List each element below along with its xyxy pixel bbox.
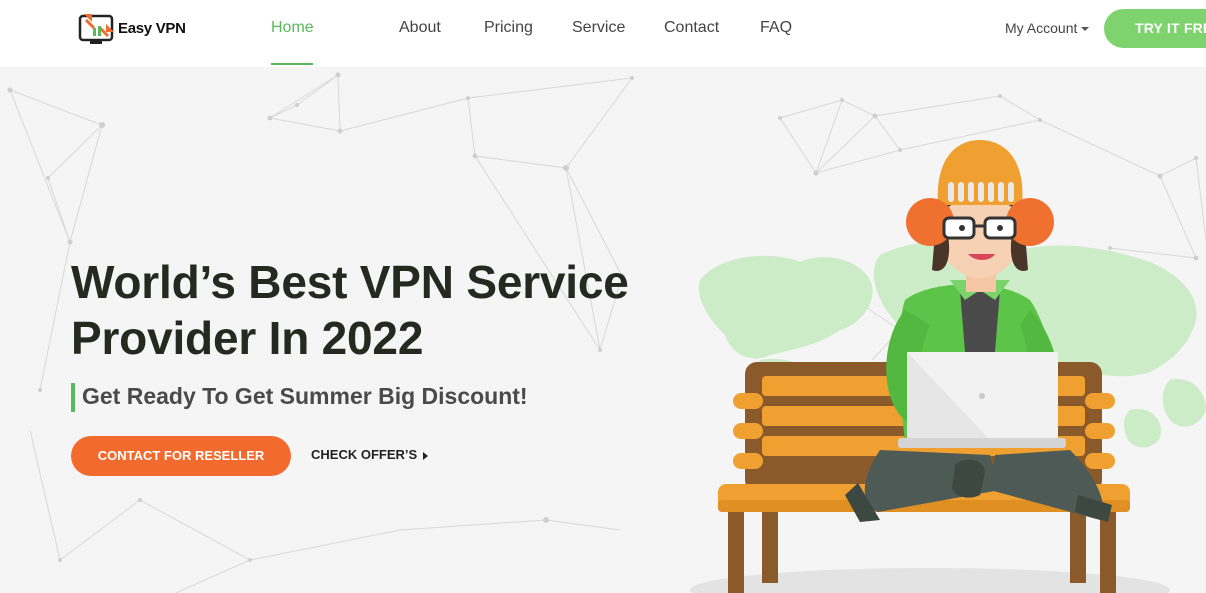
hero-title: World’s Best VPN Service Provider In 202…	[71, 254, 671, 366]
my-account-label: My Account	[1005, 20, 1078, 36]
nav-active-indicator	[271, 63, 313, 65]
chevron-down-icon	[1081, 27, 1090, 32]
check-offers-link[interactable]: CHECK OFFER’S	[311, 447, 429, 462]
brand-logo[interactable]: Easy VPN	[78, 10, 198, 48]
check-offers-label: CHECK OFFER’S	[311, 447, 418, 462]
hero-illustration	[690, 140, 1206, 593]
navbar: Easy VPN Home About Pricing Service Cont…	[0, 0, 1206, 67]
try-it-free-button[interactable]: TRY IT FREE	[1104, 9, 1206, 48]
contact-for-reseller-button[interactable]: CONTACT FOR RESELLER	[71, 436, 291, 476]
hero-subtitle: Get Ready To Get Summer Big Discount!	[82, 383, 528, 409]
brand-name: Easy VPN	[118, 20, 186, 37]
nav-service[interactable]: Service	[572, 19, 625, 37]
nav-contact[interactable]: Contact	[664, 19, 719, 37]
nav-pricing[interactable]: Pricing	[484, 19, 533, 37]
nav-about[interactable]: About	[399, 19, 441, 37]
subtitle-accent-bar	[71, 383, 75, 412]
my-account-dropdown[interactable]: My Account	[1005, 20, 1090, 36]
nav-home[interactable]: Home	[271, 19, 314, 37]
hero-title-line-1: World’s Best VPN Service	[71, 256, 629, 308]
hero-title-line-2: Provider In 2022	[71, 312, 424, 364]
caret-right-icon	[423, 451, 429, 460]
nav-faq[interactable]: FAQ	[760, 19, 792, 37]
monitor-logo-icon	[78, 14, 114, 44]
